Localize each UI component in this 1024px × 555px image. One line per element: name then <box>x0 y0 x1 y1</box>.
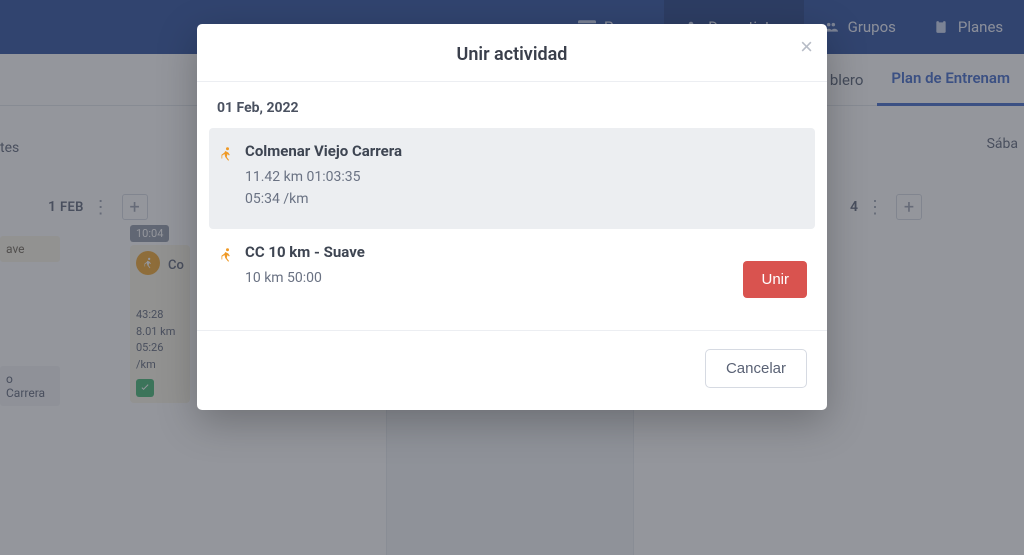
activity-stat-line: 11.42 km 01:03:35 <box>245 166 807 188</box>
activity-title: Colmenar Viejo Carrera <box>245 142 807 160</box>
runner-icon <box>217 246 235 268</box>
runner-icon <box>217 145 235 167</box>
activity-stat-line: 10 km 50:00 <box>245 267 733 289</box>
activity-stat-line: 05:34 /km <box>245 188 807 210</box>
close-button[interactable]: × <box>800 36 813 58</box>
activity-option-selected[interactable]: Colmenar Viejo Carrera 11.42 km 01:03:35… <box>209 128 815 229</box>
modal-date: 01 Feb, 2022 <box>197 100 827 128</box>
cancel-button[interactable]: Cancelar <box>705 349 807 388</box>
activity-option[interactable]: CC 10 km - Suave 10 km 50:00 Unir <box>197 229 827 316</box>
modal-overlay[interactable]: Unir actividad × 01 Feb, 2022 Colmenar V… <box>0 0 1024 555</box>
join-button[interactable]: Unir <box>743 261 807 298</box>
modal-title: Unir actividad <box>221 44 803 65</box>
join-activity-modal: Unir actividad × 01 Feb, 2022 Colmenar V… <box>197 24 827 410</box>
activity-title: CC 10 km - Suave <box>245 243 733 261</box>
